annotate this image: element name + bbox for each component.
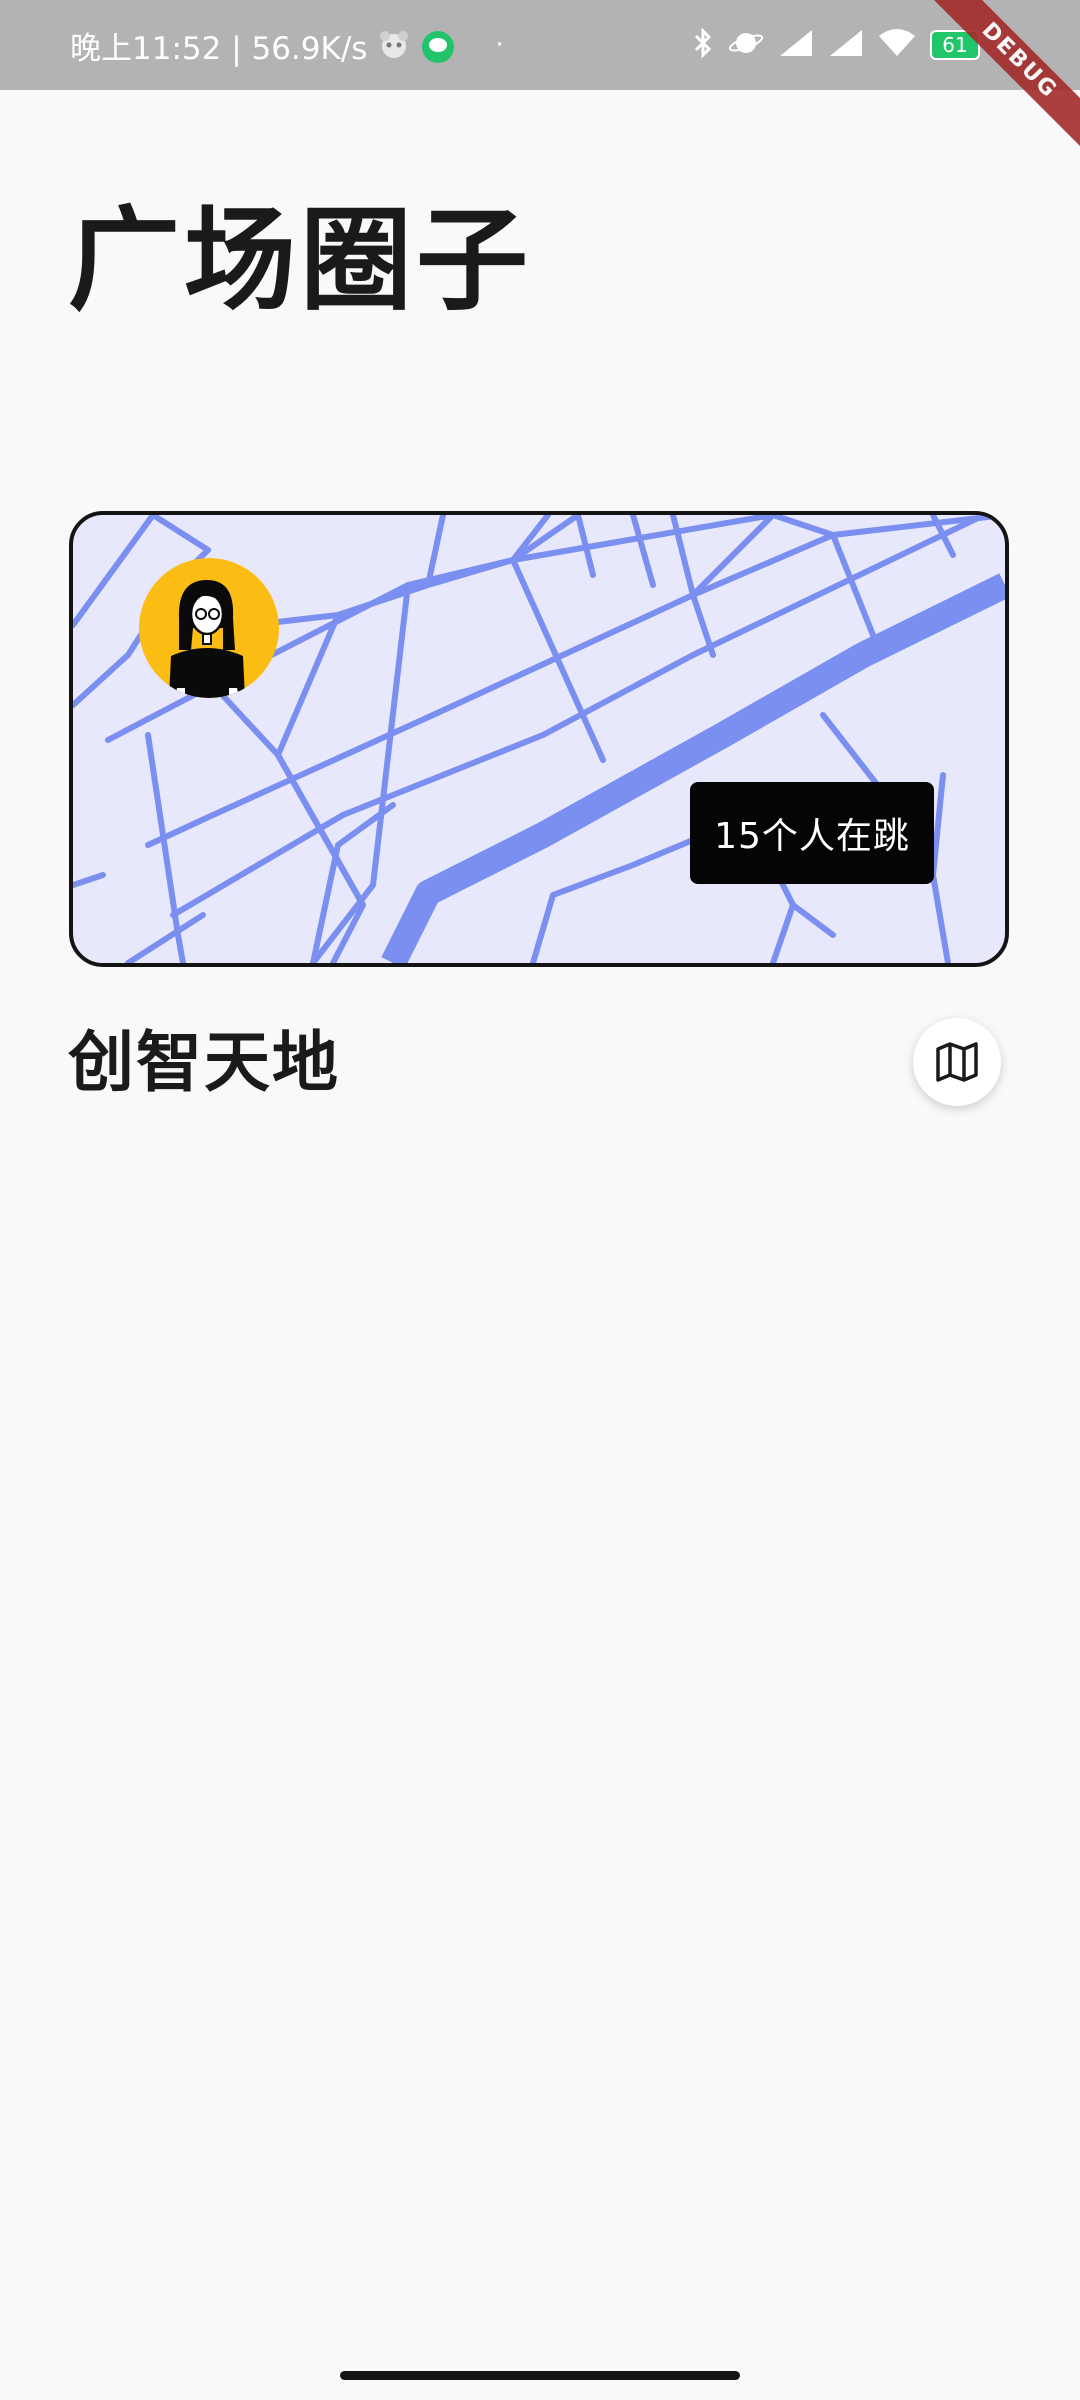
section-title: 创智天地 xyxy=(68,1024,340,1101)
map-icon xyxy=(936,1042,978,1082)
participants-tooltip: 15个人在跳 xyxy=(690,782,934,884)
signal-icon xyxy=(828,28,864,62)
panda-icon xyxy=(377,30,411,60)
debug-banner-label: DEBUG xyxy=(925,0,1080,155)
planet-icon xyxy=(728,28,764,62)
map-view-button[interactable] xyxy=(913,1018,1001,1106)
home-indicator[interactable] xyxy=(340,2371,740,2380)
signal-icon xyxy=(778,28,814,62)
person-illustration xyxy=(169,580,245,698)
message-app-icon xyxy=(421,30,455,63)
status-bar: 晚上11:52 | 56.9K/s · 61 xyxy=(0,0,1080,90)
page-title: 广场圈子 xyxy=(68,196,532,326)
wifi-icon xyxy=(878,28,916,62)
status-left: 晚上11:52 | 56.9K/s · xyxy=(70,0,504,90)
status-time-speed: 晚上11:52 | 56.9K/s xyxy=(70,30,368,67)
map-card[interactable]: 15个人在跳 xyxy=(69,511,1009,967)
debug-banner: DEBUG xyxy=(920,0,1080,160)
bluetooth-icon xyxy=(692,27,714,62)
user-avatar[interactable] xyxy=(139,558,279,698)
dot-icon: · xyxy=(495,30,504,60)
